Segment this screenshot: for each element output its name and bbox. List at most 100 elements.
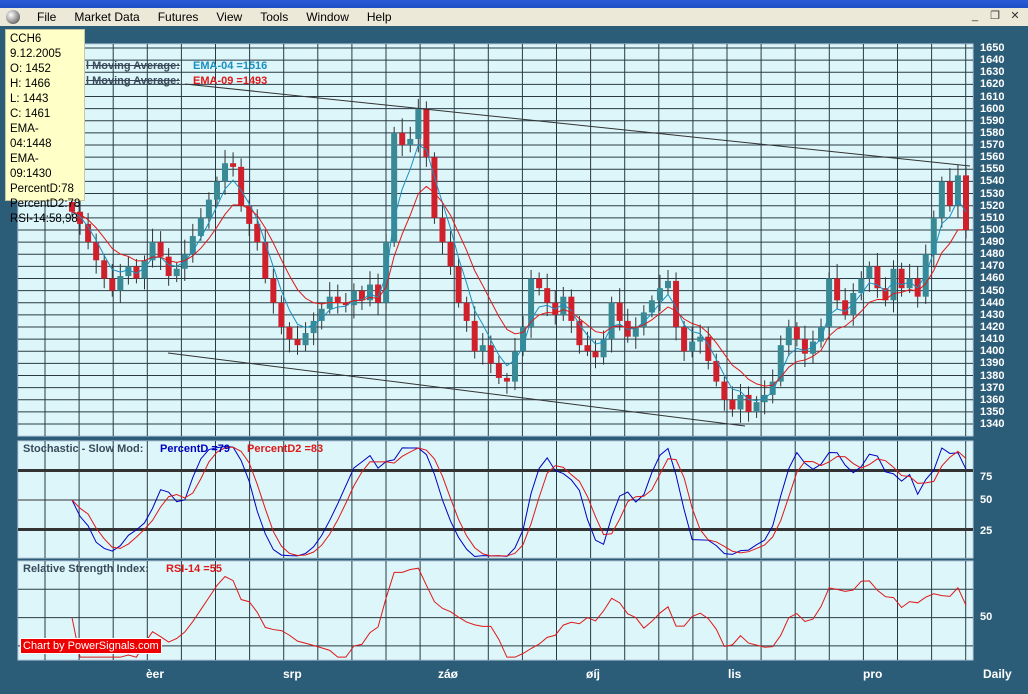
candle-body (447, 242, 454, 267)
price-tick-label: 1540 (980, 175, 1005, 188)
price-tick-label: 1560 (980, 151, 1005, 164)
candle-body (399, 132, 406, 146)
date-axis-label: záø (438, 667, 459, 681)
menu-futures[interactable]: Futures (149, 10, 208, 24)
stoch-d-legend: PercentD =79 (160, 443, 231, 455)
candle-body (584, 345, 591, 352)
candle-body (471, 320, 478, 352)
menu-file[interactable]: File (28, 10, 65, 24)
price-tick-label: 1340 (980, 418, 1005, 431)
price-tick-label: 1430 (980, 308, 1005, 321)
close-button[interactable]: ✕ (1006, 9, 1024, 24)
candle-body (793, 326, 800, 340)
date-axis-label: srp (283, 667, 302, 681)
candle-body (930, 217, 937, 255)
candle-body (697, 336, 704, 342)
tooltip-symbol: CCH6 (10, 33, 42, 45)
price-tick-label: 1480 (980, 248, 1005, 261)
candle-body (801, 339, 808, 354)
candle-body (391, 132, 398, 243)
price-tick-label: 1370 (980, 381, 1005, 394)
price-tick-label: 1580 (980, 126, 1005, 139)
candle-body (238, 166, 245, 206)
candle-body (946, 181, 953, 206)
date-axis-label: èer (146, 667, 165, 681)
candle-body (463, 302, 470, 321)
price-tick-label: 1380 (980, 369, 1005, 382)
tooltip-ema9: EMA-09:1430 (10, 153, 52, 180)
candle-body (294, 339, 301, 346)
price-tick-label: 1630 (980, 66, 1005, 79)
rsi-legend-value: RSI-14 =55 (166, 563, 222, 575)
candle-body (963, 175, 969, 230)
period-label: Daily (983, 667, 1012, 681)
menu-bar: File Market Data Futures View Tools Wind… (0, 8, 1028, 26)
tooltip-low: L: 1443 (10, 93, 49, 105)
candle-body (117, 276, 124, 291)
candle-body (431, 157, 438, 218)
candle-body (278, 302, 285, 327)
candle-body (544, 288, 551, 303)
price-tick-label: 1400 (980, 345, 1005, 358)
candle-body (608, 302, 615, 340)
candle-body (495, 363, 502, 378)
tooltip-close: C: 1461 (10, 108, 51, 120)
candle-body (737, 394, 744, 410)
candle-body (656, 288, 663, 301)
date-axis-label: lis (728, 667, 742, 681)
price-tick-label: 1410 (980, 333, 1005, 346)
date-axis-label: pro (863, 667, 883, 681)
candle-body (213, 181, 220, 200)
date-axis-label: øíj (586, 667, 600, 681)
stoch-tick-label: 50 (980, 494, 993, 506)
menu-view[interactable]: View (207, 10, 251, 24)
price-tick-label: 1420 (980, 320, 1005, 333)
candle-body (350, 290, 357, 306)
candle-body (205, 199, 212, 218)
tooltip-ema4: EMA-04:1448 (10, 123, 52, 150)
candle-body (592, 351, 599, 358)
tooltip-rsi: RSI-14:58,98 (10, 213, 78, 225)
candle-body (689, 341, 696, 352)
menu-help[interactable]: Help (358, 10, 401, 24)
menu-window[interactable]: Window (297, 10, 358, 24)
tooltip-date: 9.12.2005 (10, 48, 62, 60)
candle-body (270, 278, 277, 303)
candle-body (785, 326, 792, 346)
rsi-tick-label: 50 (980, 611, 993, 623)
restore-button[interactable]: ❐ (986, 9, 1004, 24)
candle-body (230, 163, 237, 167)
candle-body (157, 242, 164, 257)
candle-body (922, 254, 929, 297)
minimize-button[interactable]: _ (966, 9, 984, 24)
candle-body (777, 345, 784, 382)
candle-body (721, 381, 728, 400)
price-tick-label: 1450 (980, 284, 1005, 297)
candle-body (753, 402, 760, 412)
price-tick-label: 1360 (980, 393, 1005, 406)
candle-body (536, 278, 543, 289)
watermark-link[interactable]: Chart by PowerSignals.com (20, 638, 162, 654)
price-tick-label: 1640 (980, 54, 1005, 67)
candle-body (503, 377, 510, 382)
price-tick-label: 1510 (980, 211, 1005, 224)
menu-market-data[interactable]: Market Data (65, 10, 148, 24)
price-tick-label: 1470 (980, 260, 1005, 273)
candle-body (842, 300, 849, 315)
candle-body (109, 278, 116, 291)
data-tooltip: CCH6 9.12.2005 O: 1452 H: 1466 L: 1443 C… (5, 29, 85, 225)
candle-body (173, 268, 180, 277)
stoch-d2-legend: PercentD2 =83 (247, 443, 324, 455)
price-tick-label: 1590 (980, 114, 1005, 127)
price-tick-label: 1600 (980, 102, 1005, 115)
tooltip-high: H: 1466 (10, 78, 51, 90)
price-tick-label: 1500 (980, 223, 1005, 236)
title-bar (0, 0, 1028, 8)
price-chart[interactable] (0, 26, 1028, 694)
candle-body (938, 181, 945, 218)
candle-body (334, 296, 341, 303)
menu-tools[interactable]: Tools (251, 10, 297, 24)
stoch-legend-name: Stochastic - Slow Mod: (23, 443, 144, 455)
stoch-tick-label: 75 (980, 471, 993, 483)
tooltip-percentd: PercentD:78 (10, 183, 74, 195)
